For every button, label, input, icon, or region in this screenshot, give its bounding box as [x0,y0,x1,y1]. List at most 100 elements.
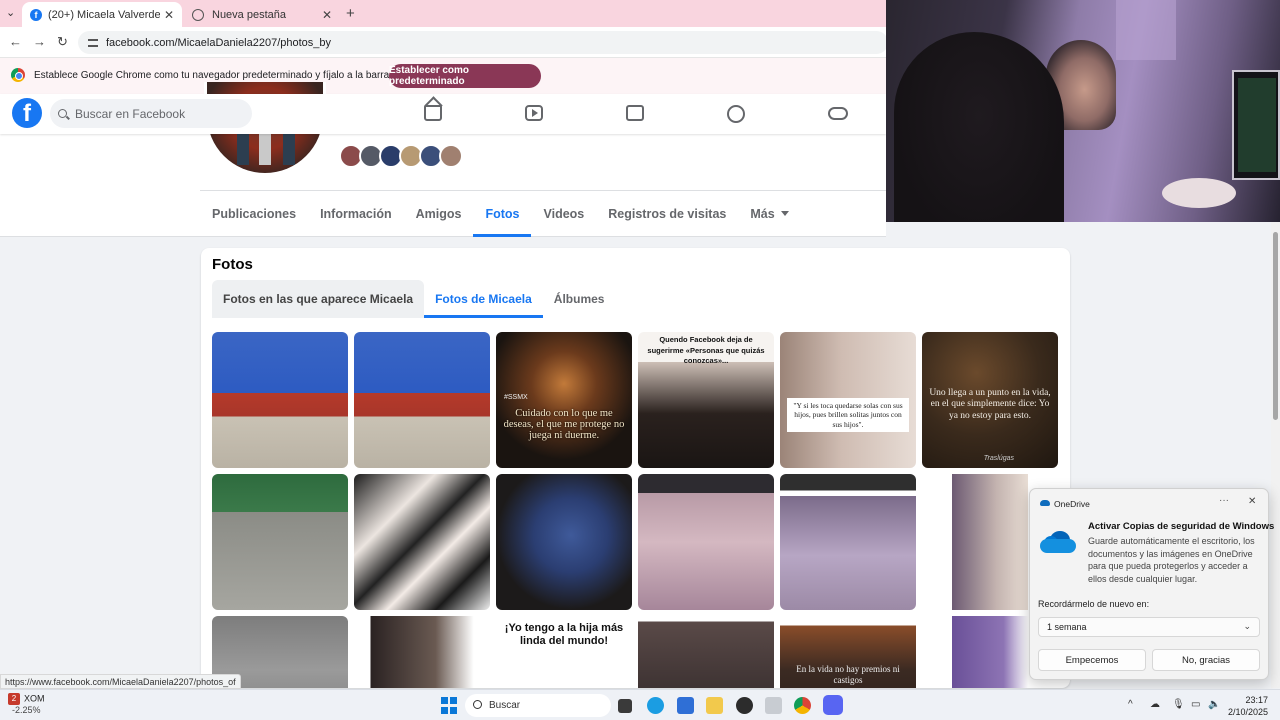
page-scrollbar[interactable] [1271,222,1280,688]
stock-badge: 2 [8,693,20,705]
photo-thumbnail[interactable]: En la vida no hay premios ni castigos [780,616,916,688]
photo-thumbnail[interactable]: ¡Yo tengo a la hija más linda del mundo! [496,616,632,688]
close-tab-icon[interactable]: ✕ [164,8,174,22]
site-info-icon[interactable] [88,38,98,47]
clock-time: 23:17 [1245,695,1268,705]
marketplace-icon[interactable] [626,105,644,121]
search-icon [58,109,67,118]
photo-thumbnail[interactable] [354,332,490,468]
photo-thumbnail[interactable] [354,616,490,688]
back-arrow-icon[interactable]: ← [9,34,22,49]
avatar[interactable] [439,144,463,168]
windows-start-icon[interactable] [441,697,458,714]
photo-thumbnail[interactable] [638,616,774,688]
new-tab-plus-icon[interactable]: + [346,5,355,22]
photo-thumbnail[interactable] [638,474,774,610]
home-icon[interactable] [424,105,442,121]
file-explorer-icon[interactable] [706,697,723,714]
photo-thumbnail[interactable] [354,474,490,610]
photos-section: Fotos Fotos en las que aparece Micaela F… [201,248,1070,688]
volume-icon[interactable]: 🔈 [1208,699,1220,710]
windows-taskbar: 2 XOM -2.25% Buscar ^ ☁ 🎙 ▭ 🔈 23:17 2/10/… [0,689,1280,720]
app-icon[interactable] [736,697,753,714]
photo-caption: ¡Yo tengo a la hija más linda del mundo! [504,622,624,647]
tab-mas[interactable]: Más [738,191,800,236]
facebook-favicon-icon: f [30,8,42,21]
toast-app-name: OneDrive [1054,499,1090,509]
tab-albums[interactable]: Álbumes [543,280,616,318]
facebook-logo-icon[interactable]: f [12,98,42,128]
globe-icon [192,8,204,21]
tab-title: Nueva pestaña [212,8,286,21]
url-input[interactable]: facebook.com/MicaelaDaniela2207/photos_b… [78,31,888,54]
stock-widget[interactable]: 2 XOM -2.25% [8,693,45,716]
photos-title: Fotos [212,256,253,273]
photo-grid: #SSMX Cuidado con lo que me deseas, el q… [212,332,1058,688]
photo-thumbnail[interactable] [496,474,632,610]
chrome-icon[interactable] [794,697,811,714]
close-tab-icon[interactable]: ✕ [322,8,332,22]
tab-publicaciones[interactable]: Publicaciones [200,191,308,236]
system-clock[interactable]: 23:17 2/10/2025 [1222,694,1268,718]
edge-icon[interactable] [647,697,664,714]
webcam-overlay [886,0,1280,222]
photo-thumbnail[interactable]: Uno llega a un punto en la vida, en el q… [922,332,1058,468]
photo-caption: "Y si les toca quedarse solas con sus hi… [787,398,909,433]
photo-thumbnail[interactable] [780,474,916,610]
photo-caption: Quendo Facebook deja de sugerirme «Perso… [647,335,765,365]
tab-registros-de-visitas[interactable]: Registros de visitas [596,191,738,236]
tab-amigos[interactable]: Amigos [404,191,474,236]
facebook-search-input[interactable]: Buscar en Facebook [50,99,252,128]
start-button[interactable]: Empecemos [1038,649,1146,671]
photo-thumbnail[interactable]: #SSMX Cuidado con lo que me deseas, el q… [496,332,632,468]
search-icon [473,700,482,709]
facebook-header: f Buscar en Facebook [0,94,886,134]
status-url: https://www.facebook.com/MicaelaDaniela2… [0,674,241,689]
tab-search-chevron-icon[interactable]: ⌄ [6,6,15,19]
friend-avatars[interactable] [339,144,463,168]
tab-fotos[interactable]: Fotos [473,191,532,237]
cloud-icon[interactable]: ☁ [1150,699,1160,710]
chrome-logo-icon [11,68,25,82]
discord-icon[interactable] [823,695,843,715]
tab-photos-by[interactable]: Fotos de Micaela [424,280,543,318]
photo-thumbnail[interactable] [212,474,348,610]
remind-label: Recordármelo de nuevo en: [1038,599,1150,609]
stock-name: XOM [24,693,45,704]
photo-thumbnail[interactable] [212,332,348,468]
display-icon[interactable]: ▭ [1191,699,1200,710]
tab-photos-of[interactable]: Fotos en las que aparece Micaela [212,280,425,318]
scrollbar-thumb[interactable] [1273,232,1278,420]
close-icon[interactable]: ✕ [1248,496,1256,507]
caret-down-icon [780,211,789,216]
forward-arrow-icon[interactable]: → [33,34,46,49]
tab-new-tab[interactable]: Nueva pestaña ✕ [184,2,340,27]
tab-facebook[interactable]: f (20+) Micaela Valverde | Facebook ✕ [22,2,182,27]
microphone-icon[interactable]: 🎙 [1172,699,1185,710]
reload-icon[interactable]: ↻ [57,34,68,50]
clock-date: 2/10/2025 [1227,707,1268,717]
video-icon[interactable] [525,105,543,121]
stock-change: -2.25% [12,705,41,715]
show-hidden-icons-chevron-icon[interactable]: ^ [1128,699,1133,710]
tab-videos[interactable]: Videos [531,191,596,236]
set-default-button[interactable]: Establecer como predeterminado [389,64,541,88]
taskbar-search-input[interactable]: Buscar [465,694,611,717]
tab-informacion[interactable]: Información [308,191,404,236]
gaming-icon[interactable] [828,107,848,120]
groups-icon[interactable] [727,105,745,123]
remind-select[interactable]: 1 semana ⌄ [1038,617,1260,637]
more-options-icon[interactable]: ··· [1219,495,1229,506]
mail-icon[interactable] [765,697,782,714]
onedrive-notification: OneDrive ··· ✕ Activar Copias de segurid… [1029,488,1274,680]
store-icon[interactable] [677,697,694,714]
task-view-icon[interactable] [618,699,632,713]
photo-thumbnail[interactable]: "Y si les toca quedarse solas con sus hi… [780,332,916,468]
remind-value: 1 semana [1047,622,1087,632]
photo-thumbnail[interactable]: Quendo Facebook deja de sugerirme «Perso… [638,332,774,468]
photo-signature: Traslúgas [983,455,1014,462]
profile-tabs: Publicaciones Información Amigos Fotos V… [200,190,886,237]
tab-mas-label: Más [750,206,775,221]
no-thanks-button[interactable]: No, gracias [1152,649,1260,671]
photo-tag: #SSMX [504,394,528,401]
